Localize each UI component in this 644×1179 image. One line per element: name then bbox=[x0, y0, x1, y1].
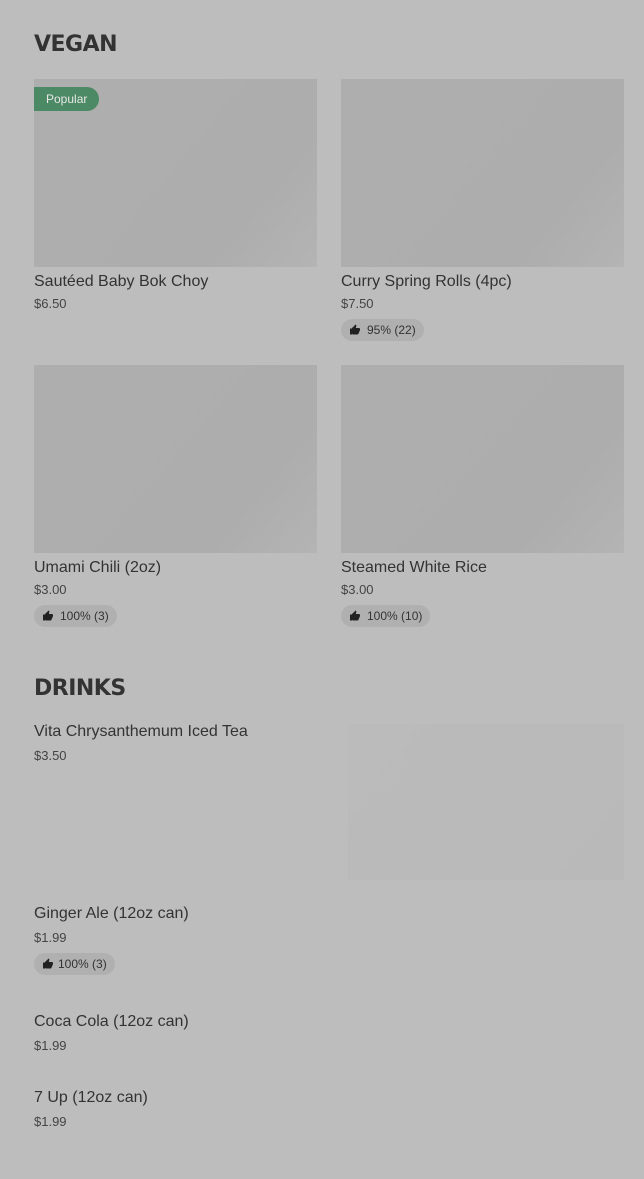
thumbs-up-icon bbox=[350, 610, 360, 621]
item-name: Vita Chrysanthemum Iced Tea bbox=[34, 723, 248, 740]
item-name: 7 Up (12oz can) bbox=[34, 1089, 148, 1106]
item-name: Curry Spring Rolls (4pc) bbox=[341, 273, 512, 290]
item-name: Umami Chili (2oz) bbox=[34, 559, 162, 576]
item-price: $3.00 bbox=[34, 582, 67, 597]
menu-item-card[interactable]: Steamed White Rice $3.00 100% (10) bbox=[341, 365, 624, 627]
item-name: Coca Cola (12oz can) bbox=[34, 1013, 189, 1030]
item-price: $1.99 bbox=[34, 1114, 67, 1129]
menu-item-card[interactable]: Popular Sautéed Baby Bok Choy $6.50 bbox=[34, 79, 317, 312]
rating-text: 100% (10) bbox=[367, 609, 423, 623]
item-price: $3.00 bbox=[341, 582, 374, 597]
drink-item[interactable]: Ginger Ale (12oz can) $1.99 100% (3) bbox=[34, 904, 334, 975]
rating-text: 95% (22) bbox=[367, 323, 416, 337]
item-price: $1.99 bbox=[34, 1038, 67, 1053]
thumbs-up-icon bbox=[43, 958, 53, 969]
item-image[interactable]: Popular bbox=[34, 79, 317, 267]
item-price: $3.50 bbox=[34, 748, 67, 763]
item-image[interactable] bbox=[341, 365, 624, 553]
item-image[interactable] bbox=[34, 365, 317, 553]
rating-text: 100% (3) bbox=[60, 609, 109, 623]
item-price: $1.99 bbox=[34, 930, 67, 945]
drink-item[interactable]: Coca Cola (12oz can) $1.99 bbox=[34, 1012, 334, 1054]
item-image[interactable] bbox=[341, 79, 624, 267]
item-name: Steamed White Rice bbox=[341, 559, 487, 576]
menu-item-card[interactable]: Umami Chili (2oz) $3.00 100% (3) bbox=[34, 365, 317, 627]
rating-badge: 100% (10) bbox=[341, 605, 431, 627]
rating-badge: 100% (3) bbox=[34, 953, 115, 975]
item-price: $7.50 bbox=[341, 296, 374, 311]
drink-item[interactable]: 7 Up (12oz can) $1.99 bbox=[34, 1088, 334, 1130]
item-name: Sautéed Baby Bok Choy bbox=[34, 273, 209, 290]
thumbs-up-icon bbox=[350, 324, 360, 335]
menu-item-card[interactable]: Curry Spring Rolls (4pc) $7.50 95% (22) bbox=[341, 79, 624, 341]
section-title-vegan: VEGAN bbox=[34, 32, 118, 57]
popular-badge: Popular bbox=[34, 87, 100, 111]
thumbs-up-icon bbox=[43, 610, 53, 621]
drink-image[interactable] bbox=[348, 724, 624, 880]
rating-text: 100% (3) bbox=[58, 957, 107, 971]
section-title-drinks: DRINKS bbox=[34, 676, 126, 701]
rating-badge: 100% (3) bbox=[34, 605, 117, 627]
item-name: Ginger Ale (12oz can) bbox=[34, 905, 189, 922]
rating-badge: 95% (22) bbox=[341, 319, 424, 341]
item-price: $6.50 bbox=[34, 296, 67, 311]
drink-item[interactable]: Vita Chrysanthemum Iced Tea $3.50 bbox=[34, 722, 334, 764]
